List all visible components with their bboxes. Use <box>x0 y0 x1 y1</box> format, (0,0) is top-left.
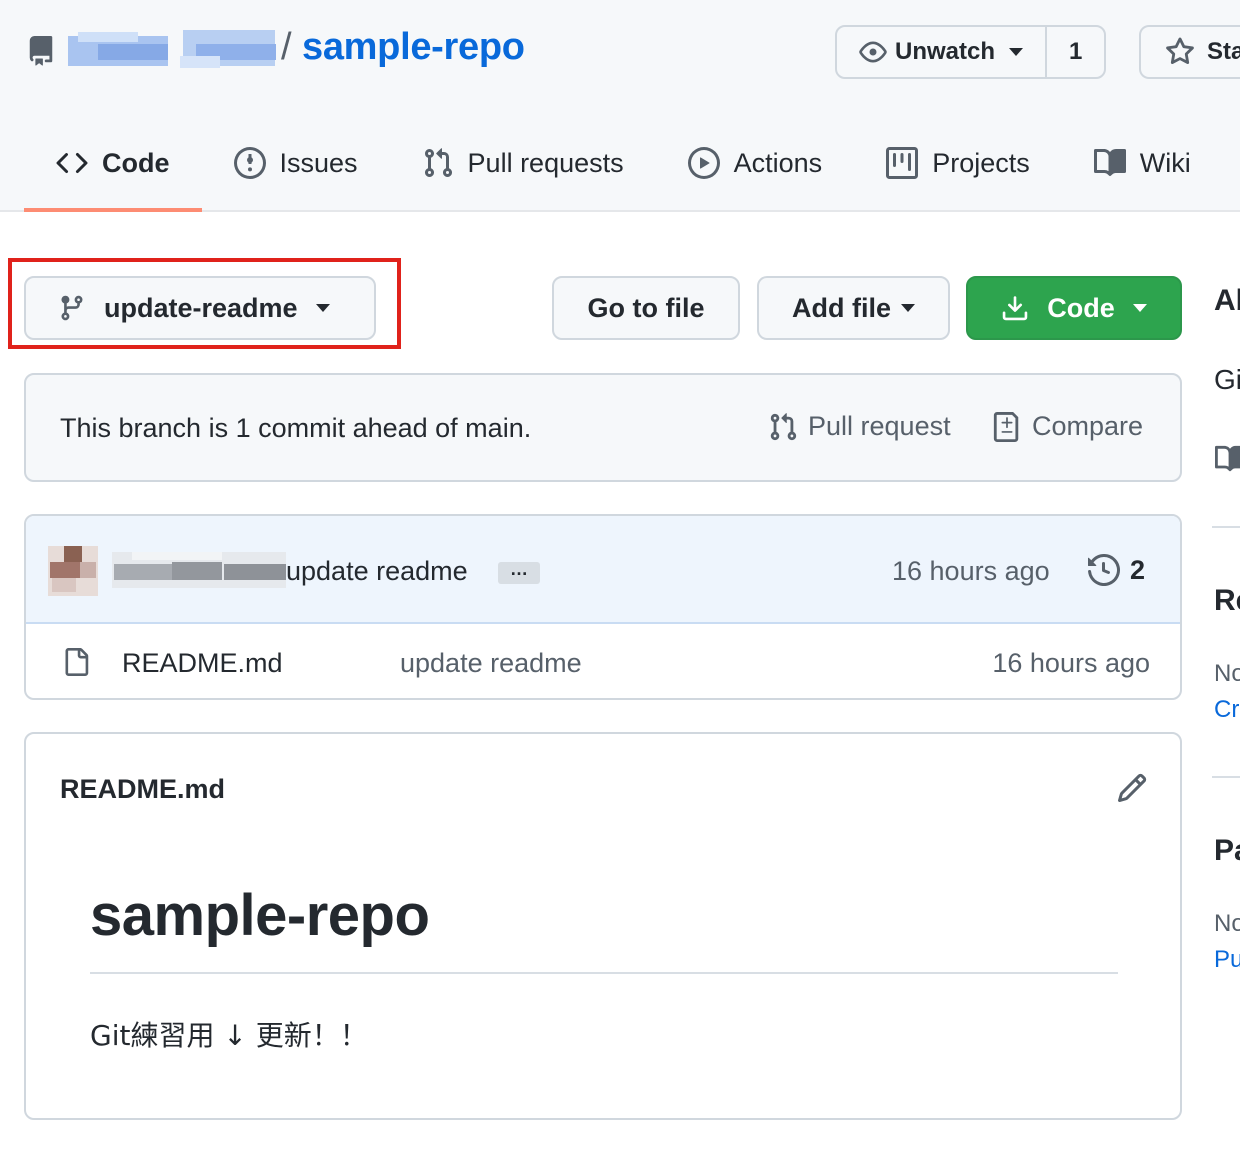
create-release-link[interactable]: Create <box>1214 696 1240 724</box>
caret-down-icon <box>1009 48 1024 56</box>
about-description: Git <box>1214 364 1240 395</box>
branch-status-box: This branch is 1 commit ahead of main. P… <box>24 373 1182 482</box>
file-name-link[interactable]: README.md <box>122 648 283 679</box>
readme-heading: sample-repo <box>90 883 430 948</box>
readme-book-icon[interactable] <box>1214 444 1240 474</box>
tab-wiki[interactable]: Wiki <box>1062 118 1223 208</box>
diff-icon <box>993 411 1019 442</box>
tab-projects-label: Projects <box>932 147 1030 178</box>
repo-name-link[interactable]: sample-repo <box>302 26 525 69</box>
commit-history-link[interactable]: 2 <box>1088 554 1145 586</box>
eye-icon <box>859 41 887 63</box>
tab-actions-label: Actions <box>733 147 823 178</box>
star-button[interactable]: Star <box>1139 25 1240 79</box>
go-to-file-label: Go to file <box>587 292 705 323</box>
packages-empty-text: No <box>1214 910 1240 937</box>
commit-expand-button[interactable]: … <box>498 560 540 584</box>
about-heading: About <box>1214 284 1240 317</box>
pull-request-link[interactable]: Pull request <box>768 411 951 442</box>
tab-issues[interactable]: Issues <box>202 118 390 208</box>
unwatch-button[interactable]: Unwatch <box>837 27 1045 77</box>
releases-heading[interactable]: Releases <box>1214 584 1240 618</box>
file-browser: update readme … 16 hours ago 2 README.md… <box>24 514 1182 700</box>
compare-label: Compare <box>1032 411 1144 441</box>
avatar[interactable] <box>48 546 98 596</box>
caret-down-icon <box>315 304 330 312</box>
code-button-label: Code <box>1047 292 1115 323</box>
tab-actions[interactable]: Actions <box>656 118 855 208</box>
star-label: Star <box>1207 38 1240 65</box>
readme-divider <box>90 972 1118 974</box>
file-commit-message-link[interactable]: update readme <box>400 648 582 679</box>
commit-count: 2 <box>1130 554 1146 585</box>
code-icon <box>56 152 88 174</box>
add-file-button[interactable]: Add file <box>757 276 950 340</box>
branch-select-button[interactable]: update-readme <box>24 276 376 340</box>
tab-code-label: Code <box>102 147 170 178</box>
tab-pull-requests[interactable]: Pull requests <box>390 118 656 208</box>
pull-request-icon <box>424 148 452 178</box>
tab-code[interactable]: Code <box>24 118 202 212</box>
packages-heading[interactable]: Packages <box>1214 834 1240 868</box>
pull-request-label: Pull request <box>808 411 951 441</box>
latest-commit-time: 16 hours ago <box>892 556 1050 586</box>
file-commit-time: 16 hours ago <box>992 648 1150 678</box>
readme-panel: README.md sample-repo Git練習用 ↓ 更新！！ <box>24 732 1182 1120</box>
readme-filename[interactable]: README.md <box>60 774 225 805</box>
git-branch-icon <box>61 295 83 321</box>
about-sidebar: About Git Releases No Create Packages No… <box>1212 212 1240 1172</box>
readme-body: Git練習用 ↓ 更新！！ <box>90 1019 368 1052</box>
watchers-count: 1 <box>1069 38 1083 65</box>
play-icon <box>687 147 720 179</box>
latest-commit-row: update readme … 16 hours ago 2 <box>26 516 1180 624</box>
tab-wiki-label: Wiki <box>1139 147 1191 178</box>
owner-name-redacted[interactable] <box>68 30 282 72</box>
unwatch-label: Unwatch <box>895 38 996 65</box>
repo-tabs: Code Issues Pull requests Actions Projec… <box>24 118 1223 212</box>
sidebar-divider <box>1212 776 1240 778</box>
watchers-count-button[interactable]: 1 <box>1045 27 1104 77</box>
star-icon <box>1166 37 1194 65</box>
issue-icon <box>233 147 266 179</box>
tab-pull-requests-label: Pull requests <box>467 147 624 178</box>
download-icon <box>1003 296 1028 321</box>
tab-issues-label: Issues <box>279 147 358 178</box>
history-icon <box>1088 554 1120 586</box>
add-file-label: Add file <box>792 292 891 323</box>
pull-request-icon <box>770 412 797 440</box>
publish-package-link[interactable]: Publish <box>1214 946 1240 974</box>
tab-projects[interactable]: Projects <box>854 118 1062 208</box>
compare-link[interactable]: Compare <box>992 411 1143 442</box>
caret-down-icon <box>901 304 915 312</box>
latest-commit-message[interactable]: update readme <box>286 556 468 587</box>
repo-header: / sample-repo Unwatch 1 Star Code Issues <box>0 0 1240 212</box>
caret-down-icon <box>1132 304 1147 312</box>
releases-empty-text: No <box>1214 660 1240 687</box>
code-download-button[interactable]: Code <box>966 276 1182 340</box>
repo-icon <box>29 36 53 66</box>
commit-author-redacted[interactable] <box>112 552 286 588</box>
sidebar-divider <box>1212 526 1240 528</box>
watch-button-group: Unwatch 1 <box>835 25 1107 79</box>
book-icon <box>1093 148 1126 176</box>
table-row: README.md update readme 16 hours ago <box>26 624 1180 698</box>
pencil-icon[interactable] <box>1116 772 1148 804</box>
file-icon <box>65 648 89 676</box>
repo-path-separator: / <box>281 26 292 68</box>
go-to-file-button[interactable]: Go to file <box>552 276 740 340</box>
branch-name: update-readme <box>104 292 298 323</box>
branch-ahead-message: This branch is 1 commit ahead of main. <box>60 413 532 443</box>
project-icon <box>886 147 919 179</box>
